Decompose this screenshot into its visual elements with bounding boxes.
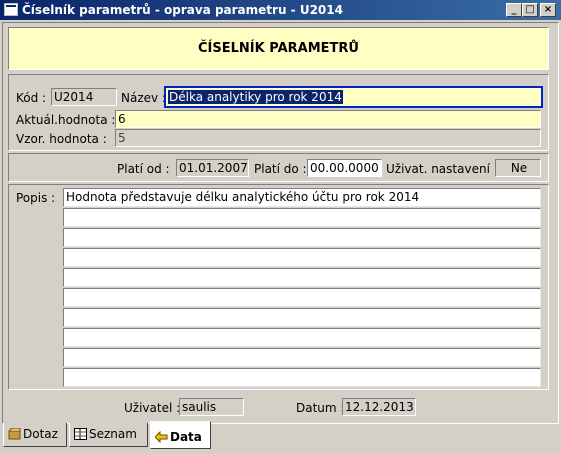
maximize-button[interactable]: □	[522, 3, 538, 17]
plati-od-label: Platí od :	[117, 162, 170, 176]
minimize-button[interactable]: _	[506, 3, 522, 17]
nazev-field[interactable]: Délka analytiky pro rok 2014	[164, 86, 543, 108]
popis-line-1[interactable]: Hodnota představuje délku analytického ú…	[63, 188, 541, 207]
tab-dotaz-label: Dotaz	[23, 427, 58, 441]
tab-data[interactable]: Data	[150, 421, 211, 449]
window-icon	[4, 3, 18, 16]
plati-do-field[interactable]: 00.00.0000	[307, 159, 382, 177]
close-button[interactable]: ×	[540, 3, 556, 17]
plati-do-label: Platí do :	[254, 162, 307, 176]
list-icon	[74, 425, 87, 440]
popis-line-6[interactable]	[63, 288, 541, 307]
datum-field: 12.12.2013	[342, 398, 416, 416]
uzivat-nastaveni-label: Uživat. nastavení :	[386, 162, 498, 176]
uzivatel-field: saulis	[179, 398, 244, 416]
popis-line-3[interactable]	[63, 228, 541, 247]
vzor-hodnota-field: 5	[115, 129, 541, 147]
popis-line-5[interactable]	[63, 268, 541, 287]
vzor-hodnota-label: Vzor. hodnota :	[16, 132, 107, 146]
popis-line-7[interactable]	[63, 308, 541, 327]
uzivatel-label: Uživatel :	[124, 401, 181, 415]
popis-line-10[interactable]	[63, 368, 541, 387]
plati-od-field: 01.01.2007	[176, 159, 249, 177]
aktual-hodnota-field[interactable]: 6	[115, 110, 541, 128]
kod-field[interactable]: U2014	[51, 88, 117, 106]
tab-seznam-label: Seznam	[89, 427, 137, 441]
datum-label: Datum :	[296, 401, 345, 415]
popis-line-4[interactable]	[63, 248, 541, 267]
nazev-value: Délka analytiky pro rok 2014	[168, 90, 343, 104]
tab-data-label: Data	[170, 430, 202, 444]
nazev-label: Název :	[121, 91, 166, 105]
aktual-hodnota-label: Aktuál.hodnota :	[16, 113, 116, 127]
kod-label: Kód :	[16, 91, 47, 105]
popis-line-8[interactable]	[63, 328, 541, 347]
popis-line-2[interactable]	[63, 208, 541, 227]
page-title: ČÍSELNÍK PARAMETRŮ	[8, 27, 549, 70]
popis-line-9[interactable]	[63, 348, 541, 367]
arrow-left-icon	[154, 424, 168, 444]
window-title: Číselník parametrů - oprava parametru - …	[22, 3, 343, 17]
title-bar: Číselník parametrů - oprava parametru - …	[0, 0, 561, 20]
tab-seznam[interactable]: Seznam	[69, 423, 148, 447]
uzivat-nastaveni-field: Ne	[495, 159, 541, 177]
tab-dotaz[interactable]: Dotaz	[3, 423, 67, 447]
popis-label: Popis :	[16, 191, 56, 205]
box-icon	[8, 425, 21, 440]
